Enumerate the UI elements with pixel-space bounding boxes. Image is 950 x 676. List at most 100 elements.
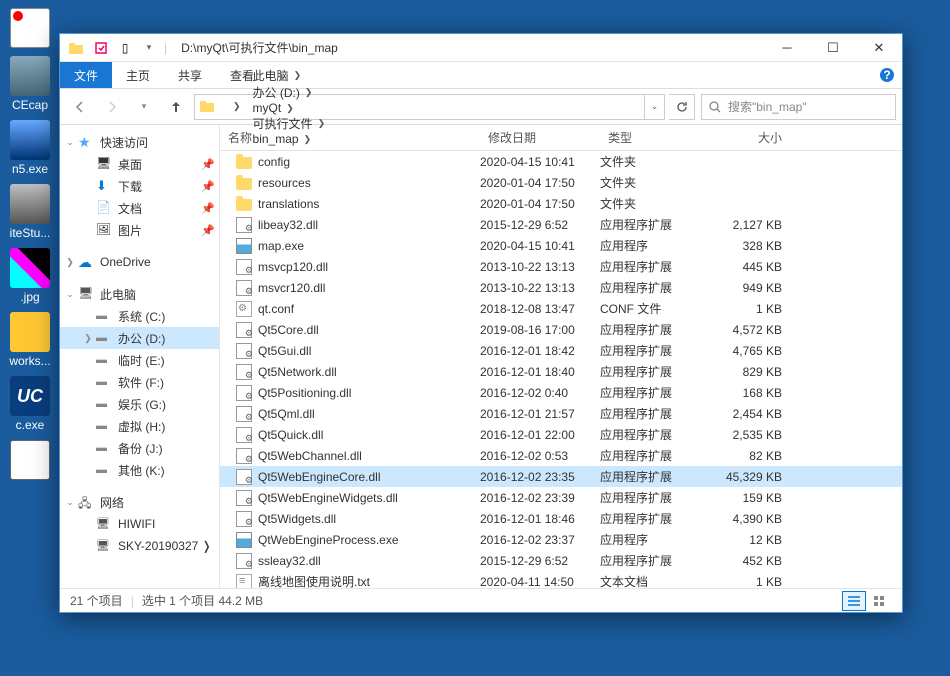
nav-quick-access[interactable]: ⌄快速访问 <box>60 131 219 153</box>
desktop-shortcut[interactable]: CEcap <box>5 56 55 112</box>
file-name: Qt5Core.dll <box>258 323 319 337</box>
file-row[interactable]: Qt5WebChannel.dll 2016-12-02 0:53 应用程序扩展… <box>220 445 902 466</box>
navigation-pane[interactable]: ⌄快速访问 桌面📌下载📌文档📌图片📌 ❯OneDrive ⌄此电脑 系统 (C:… <box>60 125 220 588</box>
desktop-shortcut[interactable]: UCc.exe <box>5 376 55 432</box>
help-icon[interactable]: ? <box>872 62 902 88</box>
ribbon-file-tab[interactable]: 文件 <box>60 62 112 88</box>
minimize-button[interactable]: ─ <box>764 34 810 62</box>
col-date[interactable]: 修改日期 <box>480 129 600 146</box>
breadcrumb-segment[interactable]: 此电脑❯ <box>246 67 331 84</box>
file-row[interactable]: QtWebEngineProcess.exe 2016-12-02 23:37 … <box>220 529 902 550</box>
file-row[interactable]: Qt5Network.dll 2016-12-01 18:40 应用程序扩展 8… <box>220 361 902 382</box>
file-row[interactable]: translations 2020-01-04 17:50 文件夹 <box>220 193 902 214</box>
file-type: 应用程序扩展 <box>600 279 710 296</box>
file-row[interactable]: libeay32.dll 2015-12-29 6:52 应用程序扩展 2,12… <box>220 214 902 235</box>
file-row[interactable]: config 2020-04-15 10:41 文件夹 <box>220 151 902 172</box>
file-date: 2016-12-02 0:53 <box>480 449 600 463</box>
file-name: Qt5WebEngineWidgets.dll <box>258 491 398 505</box>
search-input[interactable]: 搜索"bin_map" <box>701 94 896 120</box>
file-size: 328 KB <box>710 239 800 253</box>
file-type: 应用程序扩展 <box>600 468 710 485</box>
maximize-button[interactable]: ☐ <box>810 34 856 62</box>
forward-button[interactable] <box>98 94 126 120</box>
nav-quick-item[interactable]: 文档📌 <box>60 197 219 219</box>
back-button[interactable] <box>66 94 94 120</box>
nav-quick-item[interactable]: 桌面📌 <box>60 153 219 175</box>
ribbon-share-tab[interactable]: 共享 <box>164 62 216 88</box>
breadcrumb-root-chevron[interactable]: ❯ <box>221 95 246 119</box>
view-icons-button[interactable] <box>868 591 892 611</box>
breadcrumb-bar[interactable]: ❯ 此电脑❯办公 (D:)❯myQt❯可执行文件❯bin_map❯ ⌄ <box>194 94 665 120</box>
file-row[interactable]: resources 2020-01-04 17:50 文件夹 <box>220 172 902 193</box>
file-row[interactable]: ssleay32.dll 2015-12-29 6:52 应用程序扩展 452 … <box>220 550 902 571</box>
nav-drive-item[interactable]: 软件 (F:) <box>60 371 219 393</box>
qat-new-folder-icon[interactable]: ▯ <box>114 37 136 59</box>
file-type: 应用程序扩展 <box>600 321 710 338</box>
file-icon <box>236 199 252 211</box>
file-row[interactable]: Qt5Gui.dll 2016-12-01 18:42 应用程序扩展 4,765… <box>220 340 902 361</box>
nav-this-pc[interactable]: ⌄此电脑 <box>60 283 219 305</box>
nav-network-item[interactable]: SKY-20190327 ❭ <box>60 535 219 557</box>
qat-properties-icon[interactable] <box>90 37 112 59</box>
refresh-button[interactable] <box>669 94 695 120</box>
file-icon <box>236 238 252 254</box>
desktop-shortcut[interactable]: works... <box>5 312 55 368</box>
file-row[interactable]: 离线地图使用说明.txt 2020-04-11 14:50 文本文档 1 KB <box>220 571 902 588</box>
nav-quick-item[interactable]: 图片📌 <box>60 219 219 241</box>
file-date: 2020-01-04 17:50 <box>480 197 600 211</box>
nav-drive-item[interactable]: ❯办公 (D:) <box>60 327 219 349</box>
nav-drive-item[interactable]: 临时 (E:) <box>60 349 219 371</box>
file-row[interactable]: msvcr120.dll 2013-10-22 13:13 应用程序扩展 949… <box>220 277 902 298</box>
nav-drive-item[interactable]: 娱乐 (G:) <box>60 393 219 415</box>
ribbon-home-tab[interactable]: 主页 <box>112 62 164 88</box>
up-button[interactable] <box>162 94 190 120</box>
file-name: Qt5Widgets.dll <box>258 512 336 526</box>
nav-onedrive[interactable]: ❯OneDrive <box>60 251 219 273</box>
file-row[interactable]: qt.conf 2018-12-08 13:47 CONF 文件 1 KB <box>220 298 902 319</box>
file-date: 2018-12-08 13:47 <box>480 302 600 316</box>
file-row[interactable]: msvcp120.dll 2013-10-22 13:13 应用程序扩展 445… <box>220 256 902 277</box>
file-list[interactable]: config 2020-04-15 10:41 文件夹 resources 20… <box>220 151 902 588</box>
desktop-shortcut[interactable] <box>5 440 55 480</box>
nav-drive-item[interactable]: 备份 (J:) <box>60 437 219 459</box>
nav-network[interactable]: ⌄网络 <box>60 491 219 513</box>
desktop-shortcut[interactable]: .jpg <box>5 248 55 304</box>
nav-drive-item[interactable]: 虚拟 (H:) <box>60 415 219 437</box>
file-row[interactable]: Qt5Qml.dll 2016-12-01 21:57 应用程序扩展 2,454… <box>220 403 902 424</box>
qat-dropdown-icon[interactable]: ▾ <box>138 37 160 59</box>
close-button[interactable]: ✕ <box>856 34 902 62</box>
breadcrumb-segment[interactable]: myQt❯ <box>246 101 331 115</box>
computer-icon <box>96 538 112 554</box>
col-size[interactable]: 大小 <box>710 129 800 146</box>
file-row[interactable]: Qt5Positioning.dll 2016-12-02 0:40 应用程序扩… <box>220 382 902 403</box>
file-icon <box>236 280 252 296</box>
col-type[interactable]: 类型 <box>600 129 710 146</box>
file-type: 应用程序扩展 <box>600 342 710 359</box>
file-row[interactable]: Qt5WebEngineCore.dll 2016-12-02 23:35 应用… <box>220 466 902 487</box>
address-dropdown-icon[interactable]: ⌄ <box>644 95 664 119</box>
file-type: 应用程序扩展 <box>600 258 710 275</box>
desktop-shortcut[interactable]: n5.exe <box>5 120 55 176</box>
recent-dropdown-icon[interactable]: ▾ <box>130 94 158 120</box>
file-type: 应用程序扩展 <box>600 447 710 464</box>
nav-drive-item[interactable]: 系统 (C:) <box>60 305 219 327</box>
column-headers[interactable]: 名称 修改日期 类型 大小 <box>220 125 902 151</box>
ni-desk-icon <box>96 156 112 172</box>
breadcrumb-segment[interactable]: 办公 (D:)❯ <box>246 84 331 101</box>
titlebar[interactable]: ▯ ▾ | D:\myQt\可执行文件\bin_map ─ ☐ ✕ <box>60 34 902 62</box>
desktop-shortcut[interactable] <box>5 8 55 48</box>
view-details-button[interactable] <box>842 591 866 611</box>
col-name[interactable]: 名称 <box>220 129 480 146</box>
file-type: 应用程序扩展 <box>600 552 710 569</box>
nav-network-item[interactable]: HIWIFI <box>60 513 219 535</box>
file-row[interactable]: map.exe 2020-04-15 10:41 应用程序 328 KB <box>220 235 902 256</box>
file-row[interactable]: Qt5Core.dll 2019-08-16 17:00 应用程序扩展 4,57… <box>220 319 902 340</box>
file-size: 2,127 KB <box>710 218 800 232</box>
desktop-shortcut[interactable]: iteStu... <box>5 184 55 240</box>
file-type: 应用程序扩展 <box>600 384 710 401</box>
nav-quick-item[interactable]: 下载📌 <box>60 175 219 197</box>
file-row[interactable]: Qt5WebEngineWidgets.dll 2016-12-02 23:39… <box>220 487 902 508</box>
nav-drive-item[interactable]: 其他 (K:) <box>60 459 219 481</box>
file-row[interactable]: Qt5Quick.dll 2016-12-01 22:00 应用程序扩展 2,5… <box>220 424 902 445</box>
file-row[interactable]: Qt5Widgets.dll 2016-12-01 18:46 应用程序扩展 4… <box>220 508 902 529</box>
